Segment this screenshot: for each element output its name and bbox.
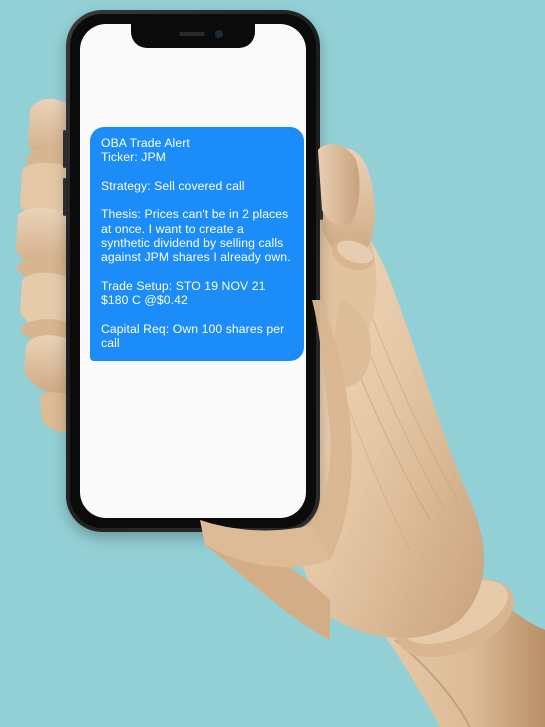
message-title: OBA Trade Alert	[101, 136, 190, 150]
message-thesis: Thesis: Prices can't be in 2 places at o…	[101, 207, 291, 265]
message-capital-req: Capital Req: Own 100 shares per call	[101, 321, 285, 351]
volume-button	[63, 178, 66, 216]
message-strategy: Strategy: Sell covered call	[101, 178, 245, 193]
front-camera-icon	[215, 30, 223, 38]
message-trade-setup: Trade Setup: STO 19 NOV 21 $180 C @$0.42	[101, 278, 266, 308]
power-button	[320, 160, 323, 220]
volume-button	[63, 130, 66, 168]
photo-scene: OBA Trade Alert Ticker: JPM Strategy: Se…	[0, 0, 545, 727]
message-ticker: Ticker: JPM	[101, 150, 166, 165]
smartphone: OBA Trade Alert Ticker: JPM Strategy: Se…	[63, 10, 323, 532]
phone-bezel: OBA Trade Alert Ticker: JPM Strategy: Se…	[70, 14, 316, 528]
message-bubble[interactable]: OBA Trade Alert Ticker: JPM Strategy: Se…	[90, 127, 304, 362]
phone-screen: OBA Trade Alert Ticker: JPM Strategy: Se…	[80, 24, 306, 518]
speaker-grille-icon	[179, 32, 205, 36]
phone-notch	[131, 24, 255, 48]
